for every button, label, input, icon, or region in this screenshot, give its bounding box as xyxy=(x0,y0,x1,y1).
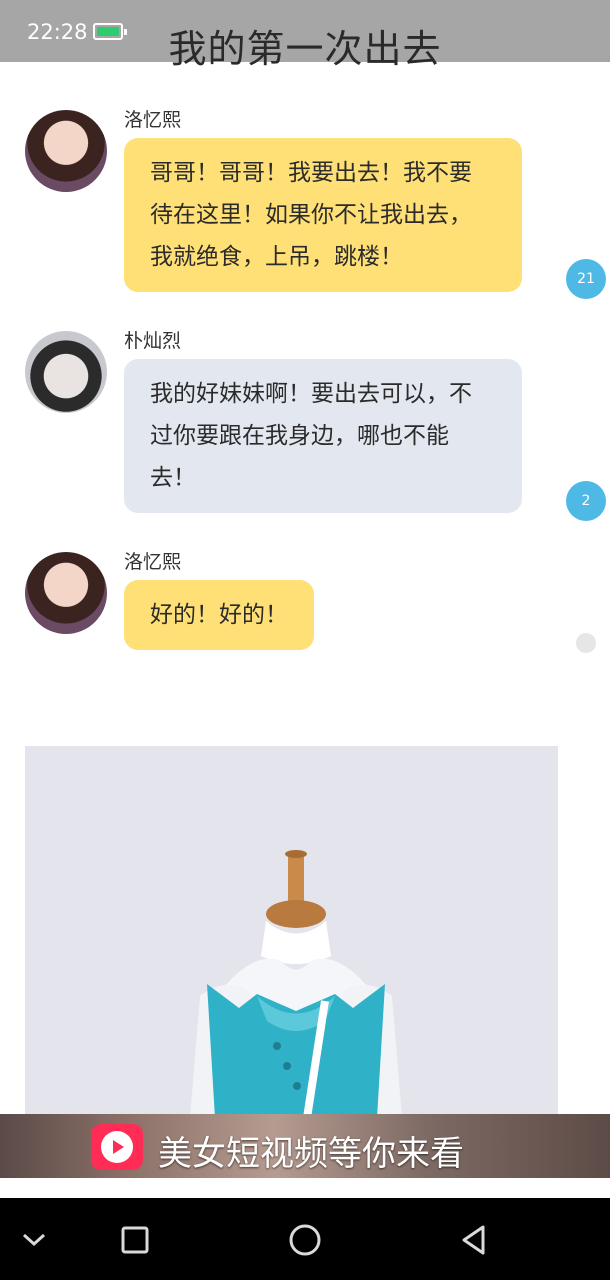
avatar[interactable] xyxy=(25,110,107,192)
sender-name: 洛忆熙 xyxy=(124,109,182,131)
ad-text: 美女短视频等你来看 xyxy=(158,1134,464,1174)
home-icon[interactable] xyxy=(285,1220,325,1260)
comment-count-badge[interactable] xyxy=(576,633,596,653)
message-line: 好的！好的！ xyxy=(150,602,288,628)
comment-count-badge[interactable]: 21 xyxy=(566,259,606,299)
message-line: 待在这里！如果你不让我出去， xyxy=(150,202,472,228)
ad-banner[interactable]: 美女短视频等你来看 xyxy=(0,1114,610,1178)
message-line: 我就绝食，上吊，跳楼！ xyxy=(150,244,403,270)
dress-on-mannequin-image xyxy=(25,746,558,1118)
avatar[interactable] xyxy=(25,331,107,413)
avatar[interactable] xyxy=(25,552,107,634)
sender-name: 洛忆熙 xyxy=(124,551,182,573)
message-bubble[interactable]: 哥哥！哥哥！我要出去！我不要 待在这里！如果你不让我出去， 我就绝食，上吊，跳楼… xyxy=(124,138,522,292)
photo-message[interactable] xyxy=(25,746,558,1118)
message-line: 去！ xyxy=(150,465,196,491)
status-bar: 22:28 我的第一次出去 xyxy=(0,0,610,71)
back-icon[interactable] xyxy=(455,1220,495,1260)
recent-apps-icon[interactable] xyxy=(115,1220,155,1260)
message-bubble[interactable]: 好的！好的！ xyxy=(124,580,314,650)
message-line: 过你要跟在我身边，哪也不能 xyxy=(150,423,449,449)
navigation-bar xyxy=(0,1198,610,1280)
chevron-down-icon[interactable] xyxy=(14,1220,54,1260)
page-title: 我的第一次出去 xyxy=(168,27,442,71)
message-line: 哥哥！哥哥！我要出去！我不要 xyxy=(150,160,472,186)
comment-count-badge[interactable]: 2 xyxy=(566,481,606,521)
message-bubble[interactable]: 我的好妹妹啊！要出去可以，不 过你要跟在我身边，哪也不能 去！ xyxy=(124,359,522,513)
message-line: 我的好妹妹啊！要出去可以，不 xyxy=(150,381,472,407)
video-play-logo-icon xyxy=(91,1124,143,1170)
sender-name: 朴灿烈 xyxy=(124,330,182,352)
